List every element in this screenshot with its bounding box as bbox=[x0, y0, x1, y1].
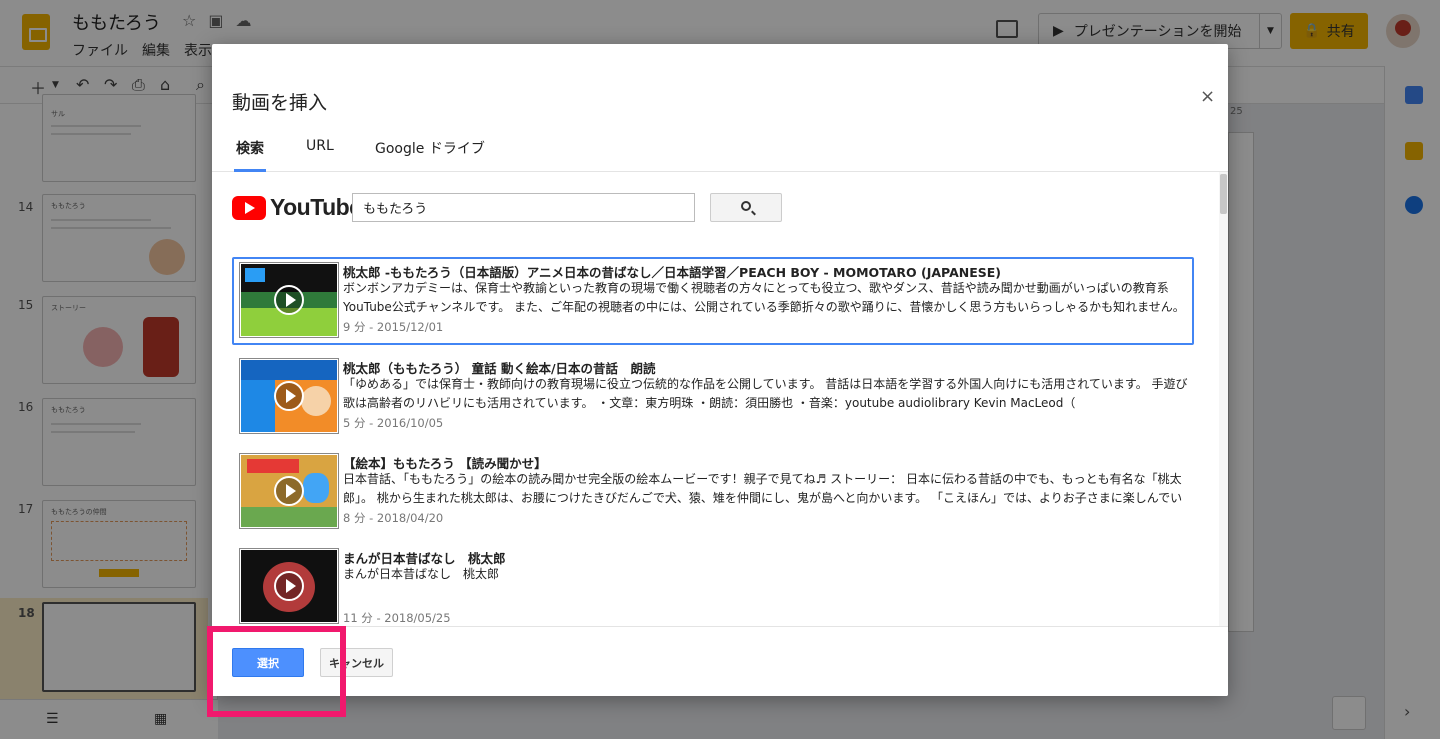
play-icon bbox=[274, 476, 304, 506]
play-icon bbox=[274, 381, 304, 411]
video-description: 「ゆめある」では保育士・教師向けの教育現場に役立つ伝統的な作品を公開しています。… bbox=[343, 375, 1189, 413]
search-button[interactable] bbox=[710, 193, 782, 222]
dialog-body: YouTube 桃太郎 -ももたろう（日本語版）アニメ日本の昔ばなし／日本語学習… bbox=[212, 172, 1228, 626]
description-line: YouTube公式チャンネルです。 また、ご年配の視聴者の中には、公開されている… bbox=[343, 300, 1185, 314]
video-result[interactable]: 桃太郎（ももたろう） 童話 動く絵本/日本の昔話 朗読 「ゆめある」では保育士・… bbox=[232, 353, 1194, 441]
dialog-footer: 選択 キャンセル bbox=[212, 626, 1228, 696]
image-region bbox=[241, 507, 337, 527]
thumbnail-image bbox=[241, 550, 337, 622]
video-meta: 11 分 - 2018/05/25 bbox=[343, 611, 451, 625]
video-thumbnail bbox=[239, 358, 339, 434]
youtube-logo: YouTube bbox=[232, 194, 362, 221]
youtube-play-icon bbox=[232, 195, 266, 220]
tab-search[interactable]: 検索 bbox=[234, 138, 266, 172]
scrollbar[interactable] bbox=[1219, 172, 1228, 626]
dialog-tabs: 検索 URL Google ドライブ bbox=[212, 130, 1228, 172]
image-region bbox=[247, 459, 299, 473]
description-line: 日本昔話、「ももたろう」の絵本の読み聞かせ完全版の絵本ムービーです！親子で見てね… bbox=[343, 472, 1182, 486]
tab-url[interactable]: URL bbox=[306, 138, 334, 172]
play-icon bbox=[274, 285, 304, 315]
thumbnail-image bbox=[241, 264, 337, 336]
video-thumbnail bbox=[239, 453, 339, 529]
search-icon bbox=[741, 201, 751, 211]
video-description: まんが日本昔ばなし 桃太郎 bbox=[343, 565, 1189, 584]
image-region bbox=[301, 386, 331, 416]
video-result[interactable]: まんが日本昔ばなし 桃太郎 まんが日本昔ばなし 桃太郎 11 分 - 2018/… bbox=[232, 543, 1194, 626]
thumbnail-image bbox=[241, 360, 337, 432]
insert-video-dialog: 動画を挿入 × 検索 URL Google ドライブ YouTube ももたろう… bbox=[212, 44, 1228, 696]
video-meta: 5 分 - 2016/10/05 bbox=[343, 416, 444, 430]
video-thumbnail bbox=[239, 548, 339, 624]
video-meta: 9 分 - 2015/12/01 bbox=[343, 320, 444, 334]
play-icon bbox=[274, 571, 304, 601]
youtube-wordmark: YouTube bbox=[270, 194, 362, 220]
video-result[interactable]: 桃太郎 -ももたろう（日本語版）アニメ日本の昔ばなし／日本語学習／PEACH B… bbox=[232, 257, 1194, 345]
description-line: 歌は高齢者のリハビリにも活用されています。 ・文章：東方明珠 ・朗読：須田勝也 … bbox=[343, 396, 1076, 410]
scrollbar-thumb[interactable] bbox=[1220, 174, 1227, 214]
video-thumbnail bbox=[239, 262, 339, 338]
dialog-title: 動画を挿入 bbox=[232, 92, 328, 114]
description-line: まんが日本昔ばなし 桃太郎 bbox=[343, 567, 500, 581]
video-meta: 8 分 - 2018/04/20 bbox=[343, 511, 444, 525]
video-description: 日本昔話、「ももたろう」の絵本の読み聞かせ完全版の絵本ムービーです！親子で見てね… bbox=[343, 470, 1189, 508]
description-line: 「ゆめある」では保育士・教師向けの教育現場に役立つ伝統的な作品を公開しています。… bbox=[343, 377, 1188, 391]
tab-google-drive[interactable]: Google ドライブ bbox=[375, 138, 485, 172]
description-line: 郎」。 桃から生まれた桃太郎は、お腰につけたきびだんごで犬、猿、雉を仲間にし、鬼… bbox=[343, 491, 1183, 505]
highlight-annotation bbox=[207, 626, 346, 717]
image-region bbox=[241, 380, 275, 432]
thumbnail-image bbox=[241, 455, 337, 527]
image-region bbox=[303, 473, 329, 503]
image-region bbox=[245, 268, 265, 282]
description-line: ボンボンアカデミーは、保育士や教諭といった教育の現場で働く視聴者の方々にとっても… bbox=[343, 281, 1169, 295]
video-result[interactable]: 【絵本】ももたろう 【読み聞かせ】 日本昔話、「ももたろう」の絵本の読み聞かせ完… bbox=[232, 448, 1194, 536]
video-description: ボンボンアカデミーは、保育士や教諭といった教育の現場で働く視聴者の方々にとっても… bbox=[343, 279, 1189, 317]
search-input[interactable] bbox=[352, 193, 695, 222]
image-region bbox=[241, 360, 337, 380]
close-icon[interactable]: × bbox=[1200, 86, 1215, 107]
